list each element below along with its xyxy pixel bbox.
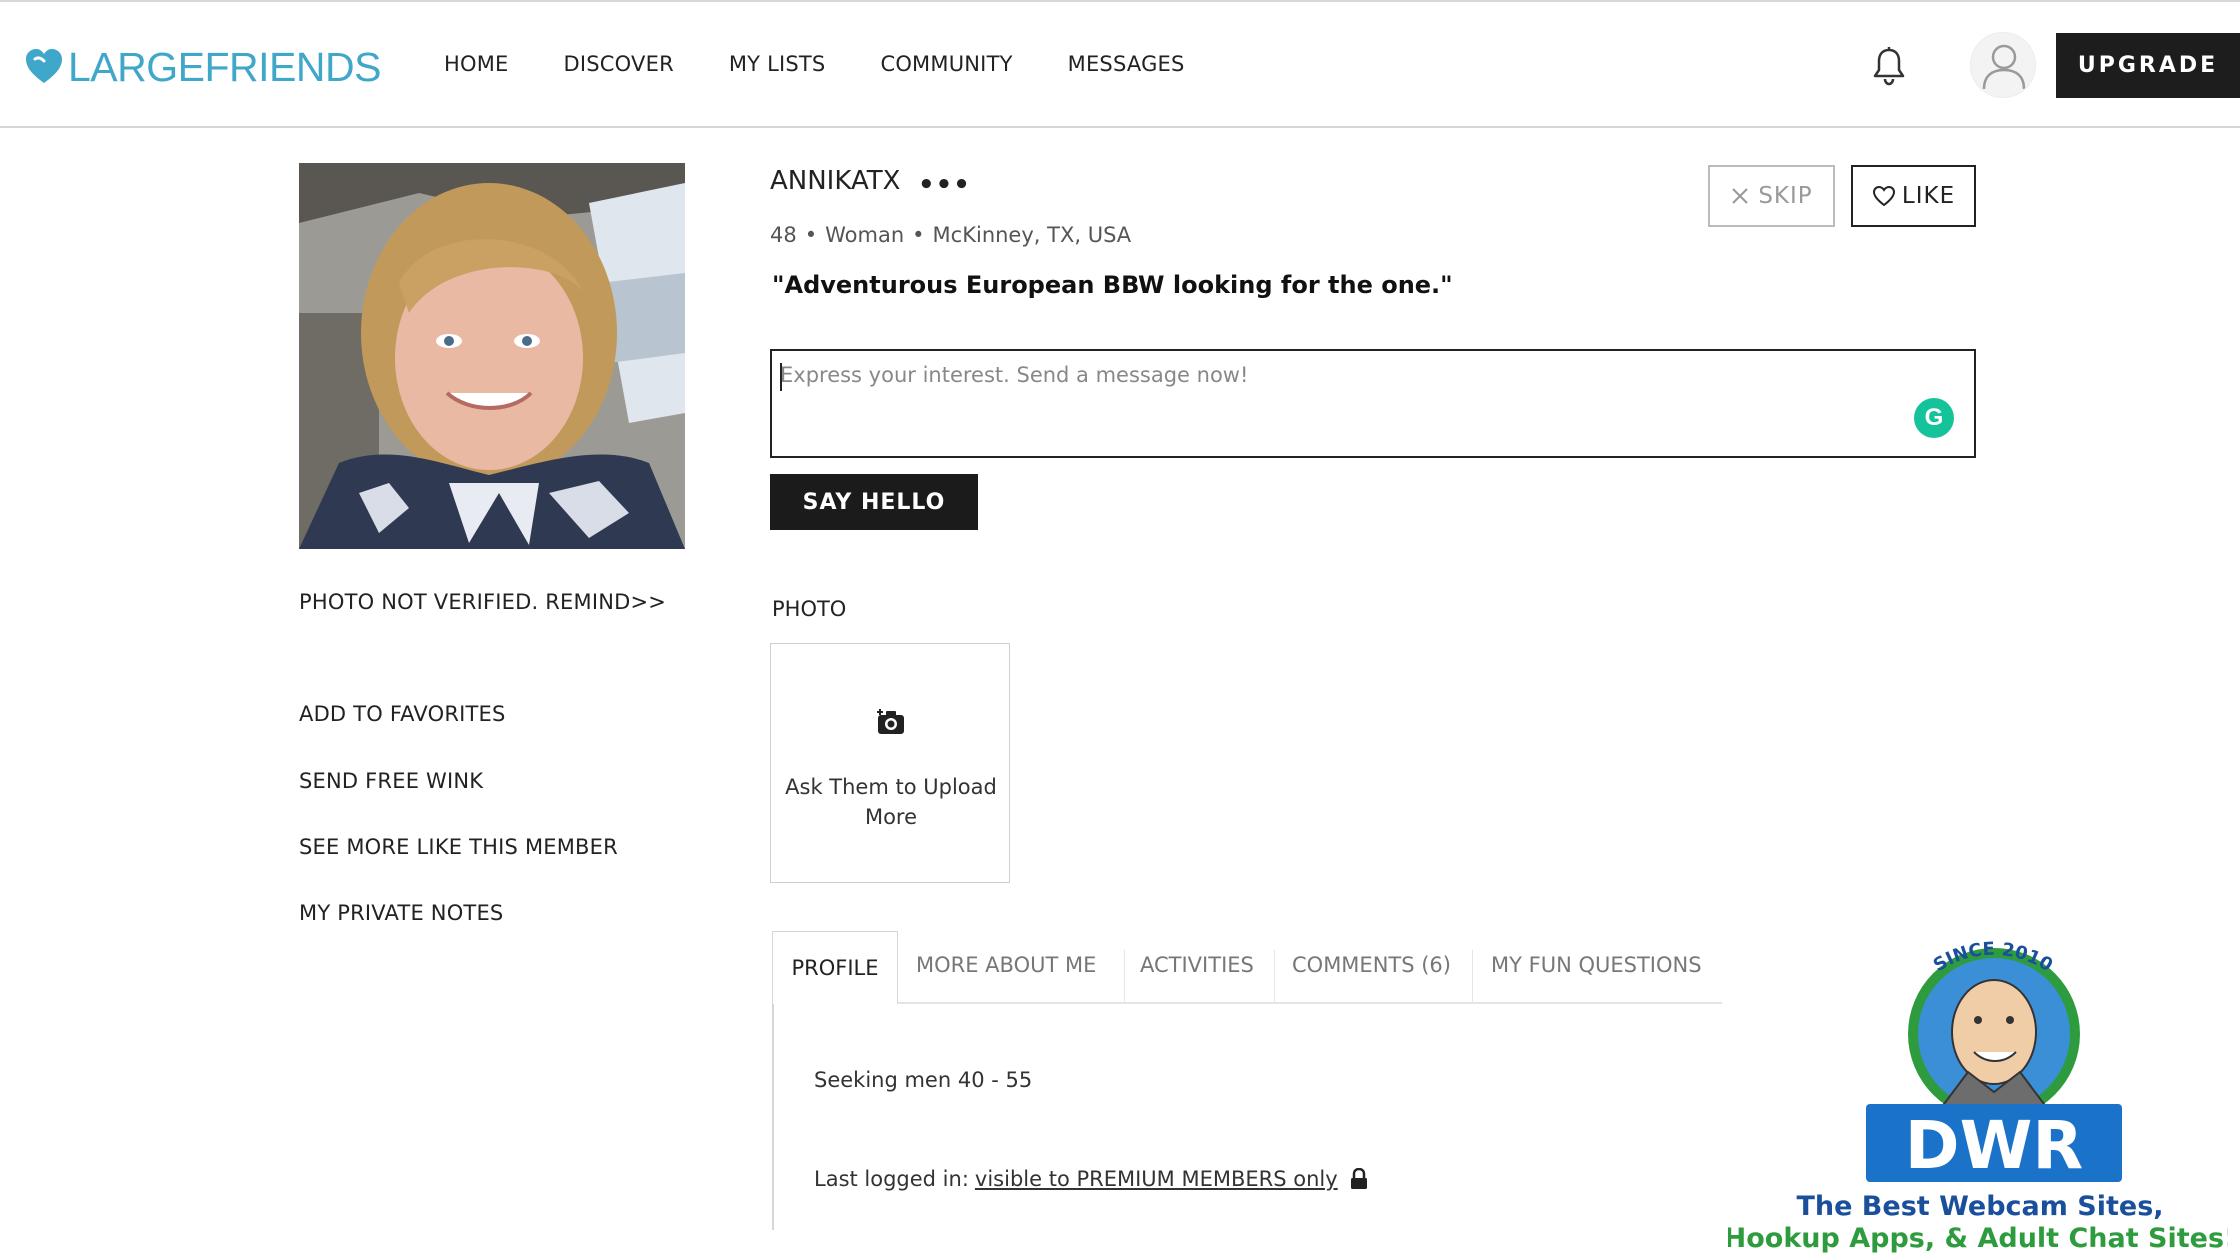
user-silhouette-icon (1982, 44, 2026, 90)
like-label: LIKE (1901, 183, 1956, 209)
nav-messages[interactable]: MESSAGES (1068, 52, 1185, 76)
tab-panel-border (772, 1004, 774, 1230)
send-free-wink-link[interactable]: SEND FREE WINK (299, 769, 483, 793)
main-nav: HOME DISCOVER MY LISTS COMMUNITY MESSAGE… (444, 52, 1240, 76)
profile-age: 48 (770, 223, 797, 247)
nav-my-lists[interactable]: MY LISTS (729, 52, 826, 76)
tab-comments[interactable]: COMMENTS (6) (1292, 953, 1451, 977)
message-box (770, 349, 1976, 458)
profile-photo-image (299, 163, 685, 549)
ask-upload-card[interactable]: Ask Them to Upload More (770, 643, 1010, 883)
heart-logo-icon (26, 49, 62, 83)
profile-username: ANNIKATX (770, 166, 901, 196)
tabs-divider (772, 1002, 1722, 1004)
bell-icon[interactable] (1870, 46, 1908, 86)
tab-activities[interactable]: ACTIVITIES (1140, 953, 1254, 977)
like-button[interactable]: LIKE (1851, 165, 1976, 227)
tab-profile[interactable]: PROFILE (772, 931, 898, 1005)
profile-meta: 48 • Woman • McKinney, TX, USA (770, 223, 1131, 247)
profile-photo[interactable] (299, 163, 685, 549)
meta-separator: • (804, 223, 818, 247)
more-options-button[interactable]: ••• (918, 170, 971, 200)
ask-upload-label: Ask Them to Upload More (785, 775, 997, 829)
nav-discover[interactable]: DISCOVER (564, 52, 674, 76)
add-photo-camera-icon (877, 709, 904, 734)
dwr-logo-text: DWR (1905, 1107, 2083, 1184)
skip-button[interactable]: SKIP (1708, 165, 1835, 227)
dwr-badge: SINCE 2010 DWR The Best Webcam Sites, Ho… (1724, 939, 2237, 1254)
grammarly-icon[interactable]: G (1914, 398, 1954, 438)
tab-more-about-me[interactable]: MORE ABOUT ME (916, 953, 1096, 977)
heart-icon (1872, 185, 1895, 207)
last-logged-in: Last logged in: visible to PREMIUM MEMBE… (814, 1167, 1368, 1191)
tab-separator (1472, 950, 1473, 1004)
dwr-tagline-1: The Best Webcam Sites, (1796, 1191, 2163, 1222)
brand-name: LARGEFRIENDS (68, 43, 381, 90)
nav-home[interactable]: HOME (444, 52, 509, 76)
user-avatar[interactable] (1970, 32, 2036, 98)
photo-section-heading: PHOTO (772, 597, 847, 621)
lock-icon (1350, 1168, 1367, 1189)
see-more-like-member-link[interactable]: SEE MORE LIKE THIS MEMBER (299, 835, 618, 859)
site-logo[interactable]: LARGEFRIENDS (24, 42, 381, 92)
nav-community[interactable]: COMMUNITY (880, 52, 1012, 76)
premium-members-link[interactable]: visible to PREMIUM MEMBERS only (975, 1167, 1338, 1191)
photo-verify-remind-link[interactable]: PHOTO NOT VERIFIED. REMIND>> (299, 590, 666, 614)
top-navbar: LARGEFRIENDS HOME DISCOVER MY LISTS COMM… (0, 0, 2240, 128)
profile-gender: Woman (825, 223, 905, 247)
dwr-tagline-2: Hookup Apps, & Adult Chat Sites! (1728, 1223, 2228, 1254)
skip-label: SKIP (1758, 183, 1813, 209)
meta-separator: • (912, 223, 925, 247)
say-hello-button[interactable]: SAY HELLO (770, 474, 978, 530)
private-notes-link[interactable]: MY PRIVATE NOTES (299, 901, 503, 925)
profile-headline: "Adventurous European BBW looking for th… (772, 271, 1453, 299)
dwr-watermark: SINCE 2010 DWR The Best Webcam Sites, Ho… (1724, 922, 2237, 1260)
profile-location: McKinney, TX, USA (932, 223, 1132, 247)
text-caret (780, 363, 782, 391)
add-to-favorites-link[interactable]: ADD TO FAVORITES (299, 702, 506, 726)
upgrade-button[interactable]: UPGRADE (2056, 33, 2240, 98)
tab-separator (1124, 950, 1125, 1004)
tab-separator (1274, 950, 1275, 1004)
tab-fun-questions[interactable]: MY FUN QUESTIONS (1491, 953, 1702, 977)
message-input[interactable] (772, 351, 1974, 456)
close-icon (1732, 188, 1749, 204)
last-logged-label: Last logged in: (814, 1167, 969, 1191)
seeking-text: Seeking men 40 - 55 (814, 1068, 1033, 1092)
